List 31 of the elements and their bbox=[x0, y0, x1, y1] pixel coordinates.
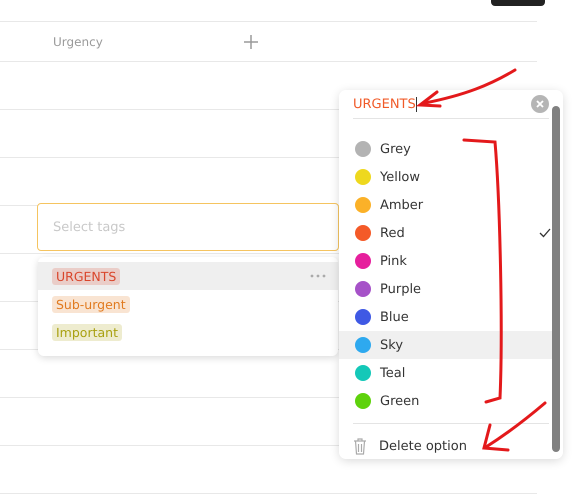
color-label: Grey bbox=[380, 142, 412, 156]
color-option[interactable]: Teal bbox=[339, 359, 553, 387]
color-option[interactable]: Pink bbox=[339, 247, 553, 275]
color-option[interactable]: Green bbox=[339, 387, 553, 415]
color-option[interactable]: Amber bbox=[339, 191, 553, 219]
color-label: Red bbox=[380, 226, 406, 240]
color-option[interactable]: Yellow bbox=[339, 163, 553, 191]
color-label: Teal bbox=[380, 366, 406, 380]
color-label: Purple bbox=[380, 282, 422, 296]
tag-label: Sub-urgent bbox=[52, 296, 130, 312]
color-option[interactable]: Sky bbox=[339, 331, 553, 359]
annotation-arrow bbox=[482, 402, 546, 452]
color-label: Pink bbox=[380, 254, 408, 268]
plus-icon[interactable] bbox=[243, 34, 259, 50]
color-label: Green bbox=[380, 394, 420, 408]
color-label: Amber bbox=[380, 198, 424, 212]
color-option[interactable]: Red bbox=[339, 219, 553, 247]
color-option[interactable]: Blue bbox=[339, 303, 553, 331]
scrollbar[interactable] bbox=[552, 106, 560, 452]
color-option[interactable]: Grey bbox=[339, 135, 553, 163]
tag-label: Important bbox=[52, 324, 122, 340]
delete-option-label[interactable]: Delete option bbox=[379, 438, 563, 454]
more-icon[interactable] bbox=[310, 274, 326, 278]
column-header: Urgency bbox=[53, 34, 104, 48]
color-label: Yellow bbox=[380, 170, 422, 184]
color-label: Sky bbox=[380, 338, 404, 352]
clear-icon[interactable] bbox=[531, 95, 549, 113]
tag-label: URGENTS bbox=[52, 268, 120, 284]
trash-icon bbox=[353, 438, 367, 454]
color-label: Blue bbox=[380, 310, 410, 324]
color-option[interactable]: Purple bbox=[339, 275, 553, 303]
